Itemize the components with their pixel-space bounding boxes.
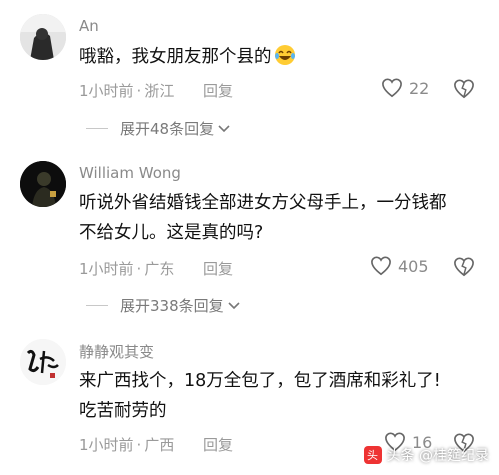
comment-time: 1小时前: [79, 436, 134, 454]
comment-text-line: 不给女儿。这是真的吗?: [79, 223, 264, 243]
comment-location: 广东: [144, 260, 175, 278]
separator-dot: ·: [136, 260, 142, 278]
reply-button[interactable]: 回复: [203, 80, 233, 101]
avatar[interactable]: [20, 339, 66, 385]
expand-replies-label: 展开48条回复: [120, 120, 215, 138]
chevron-down-icon: [218, 124, 230, 132]
avatar[interactable]: [20, 14, 66, 60]
separator-dot: ·: [136, 82, 142, 100]
watermark-text: 头条 @桂筵纪录: [386, 448, 489, 464]
comment-meta: 1小时前 · 浙江: [79, 80, 174, 101]
expand-replies-label: 展开338条回复: [120, 297, 224, 315]
comment-location: 浙江: [144, 82, 175, 100]
divider-line: [86, 305, 108, 306]
like-button[interactable]: 405: [370, 256, 429, 276]
heart-icon: [371, 256, 391, 276]
comment-text-line: 听说外省结婚钱全部进女方父母手上，一分钱都: [79, 193, 447, 213]
comment-text-line: 吃苦耐劳的: [79, 401, 167, 421]
chevron-down-icon: [228, 301, 240, 309]
like-count: 405: [398, 256, 429, 276]
comment-time: 1小时前: [79, 260, 134, 278]
comment-text-line: 来广西找个，18万全包了，包了酒席和彩礼了!: [79, 371, 441, 391]
broken-heart-icon: [454, 257, 474, 277]
comment-text: 哦豁，我女朋友那个县的: [79, 42, 296, 72]
comment-meta: 1小时前 · 广东: [79, 258, 174, 279]
broken-heart-icon: [454, 79, 474, 99]
toutiao-logo-icon: 头: [363, 446, 382, 464]
expand-replies[interactable]: 展开338条回复: [86, 295, 240, 316]
comment-time: 1小时前: [79, 82, 134, 100]
like-button[interactable]: 22: [381, 78, 429, 98]
username[interactable]: William Wong: [79, 164, 181, 182]
avatar[interactable]: [20, 161, 66, 207]
dislike-button[interactable]: [453, 79, 475, 103]
comment-text-line: 哦豁，我女朋友那个县的: [79, 47, 272, 67]
dislike-button[interactable]: [453, 257, 475, 281]
comment-text: 来广西找个，18万全包了，包了酒席和彩礼了! 吃苦耐劳的: [79, 366, 441, 426]
like-count: 22: [409, 78, 430, 98]
reply-button[interactable]: 回复: [203, 434, 233, 455]
comment-location: 广西: [144, 436, 175, 454]
watermark: 头 头条 @桂筵纪录: [363, 445, 489, 465]
username[interactable]: 静静观其变: [79, 341, 154, 362]
username[interactable]: An: [79, 17, 99, 35]
expand-replies[interactable]: 展开48条回复: [86, 118, 230, 139]
laughing-crying-emoji-icon: [274, 44, 296, 66]
reply-button[interactable]: 回复: [203, 258, 233, 279]
comment-meta: 1小时前 · 广西: [79, 434, 174, 455]
heart-icon: [382, 78, 402, 98]
divider-line: [86, 128, 108, 129]
separator-dot: ·: [136, 436, 142, 454]
comment-text: 听说外省结婚钱全部进女方父母手上，一分钱都 不给女儿。这是真的吗?: [79, 188, 447, 248]
